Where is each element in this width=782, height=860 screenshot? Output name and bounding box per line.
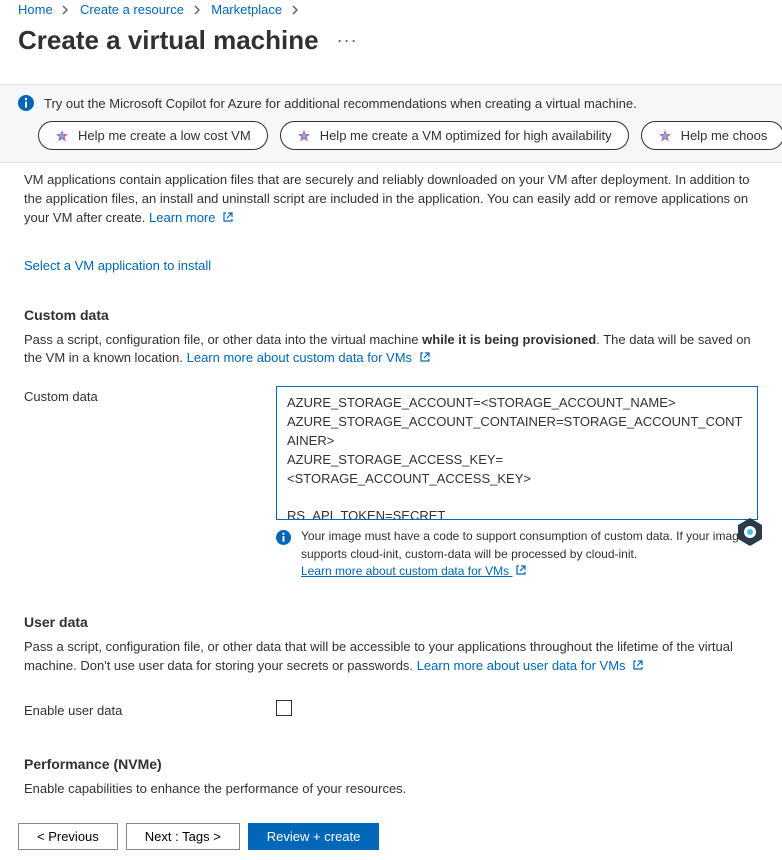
breadcrumb-marketplace[interactable]: Marketplace bbox=[211, 2, 282, 17]
copilot-banner: Try out the Microsoft Copilot for Azure … bbox=[0, 84, 782, 163]
copilot-pill-label: Help me create a VM optimized for high a… bbox=[320, 128, 612, 143]
user-data-description: Pass a script, configuration file, or ot… bbox=[24, 638, 758, 676]
external-link-icon bbox=[515, 564, 527, 576]
learn-more-user-data-link[interactable]: Learn more about user data for VMs bbox=[417, 658, 644, 673]
chevron-right-icon bbox=[194, 2, 202, 17]
copilot-icon bbox=[297, 129, 311, 143]
enable-user-data-label: Enable user data bbox=[24, 700, 276, 718]
custom-data-heading: Custom data bbox=[24, 307, 758, 323]
external-link-icon bbox=[419, 351, 431, 363]
next-button[interactable]: Next : Tags > bbox=[126, 823, 240, 850]
breadcrumb: Home Create a resource Marketplace bbox=[0, 0, 782, 17]
copilot-pill-high-availability[interactable]: Help me create a VM optimized for high a… bbox=[280, 121, 629, 150]
vm-apps-paragraph: VM applications contain application file… bbox=[24, 171, 758, 228]
breadcrumb-create-resource[interactable]: Create a resource bbox=[80, 2, 184, 17]
chevron-right-icon bbox=[62, 2, 70, 17]
copilot-pill-choose[interactable]: Help me choos bbox=[641, 121, 782, 150]
learn-more-custom-data-link[interactable]: Learn more about custom data for VMs bbox=[187, 350, 431, 365]
performance-description: Enable capabilities to enhance the perfo… bbox=[24, 780, 758, 799]
user-data-heading: User data bbox=[24, 614, 758, 630]
custom-data-textarea[interactable] bbox=[276, 386, 758, 520]
enable-user-data-checkbox[interactable] bbox=[276, 700, 292, 716]
chevron-right-icon bbox=[292, 2, 300, 17]
copilot-pill-label: Help me choos bbox=[681, 128, 768, 143]
copilot-icon bbox=[658, 129, 672, 143]
info-icon bbox=[18, 95, 34, 111]
info-icon bbox=[276, 530, 291, 545]
external-link-icon bbox=[632, 659, 644, 671]
copilot-icon bbox=[55, 129, 69, 143]
copilot-banner-text: Try out the Microsoft Copilot for Azure … bbox=[44, 96, 637, 111]
page-title: Create a virtual machine bbox=[18, 25, 319, 56]
copilot-floating-button[interactable] bbox=[734, 516, 766, 548]
custom-data-note: Your image must have a code to support c… bbox=[301, 528, 758, 580]
select-vm-application-link[interactable]: Select a VM application to install bbox=[24, 258, 211, 273]
learn-more-custom-data-note-link[interactable]: Learn more about custom data for VMs bbox=[301, 564, 527, 578]
learn-more-vm-apps-link[interactable]: Learn more bbox=[149, 210, 234, 225]
copilot-pill-low-cost[interactable]: Help me create a low cost VM bbox=[38, 121, 268, 150]
custom-data-label: Custom data bbox=[24, 386, 276, 404]
previous-button[interactable]: < Previous bbox=[18, 823, 118, 850]
wizard-footer: < Previous Next : Tags > Review + create bbox=[18, 823, 379, 850]
copilot-pill-label: Help me create a low cost VM bbox=[78, 128, 251, 143]
performance-heading: Performance (NVMe) bbox=[24, 756, 758, 772]
external-link-icon bbox=[222, 211, 234, 223]
more-actions-button[interactable]: ··· bbox=[337, 30, 358, 51]
review-create-button[interactable]: Review + create bbox=[248, 823, 380, 850]
custom-data-description: Pass a script, configuration file, or ot… bbox=[24, 331, 758, 369]
breadcrumb-home[interactable]: Home bbox=[18, 2, 53, 17]
